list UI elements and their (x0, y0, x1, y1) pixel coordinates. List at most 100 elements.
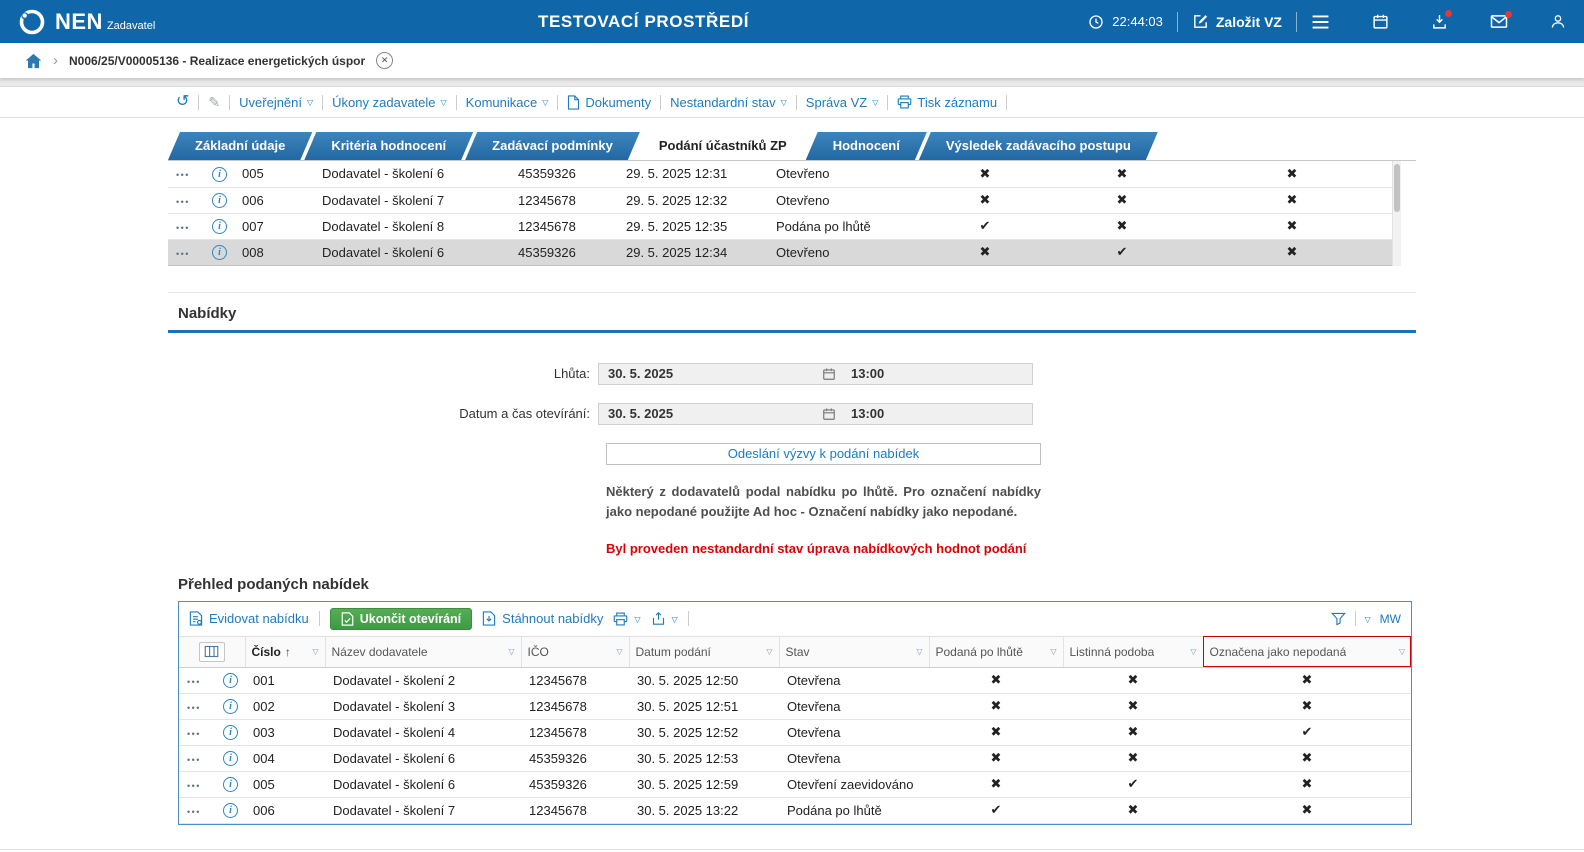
row-menu-icon[interactable]: ••• (176, 170, 190, 180)
brand[interactable]: NEN Zadavatel (18, 8, 155, 36)
info-icon[interactable]: i (223, 673, 238, 689)
column-header-stav[interactable]: Stav ▽ (778, 635, 929, 668)
toolbar-link-sprava-vz[interactable]: Správa VZ ▽ (806, 95, 879, 110)
column-header-nazev-dodavatele[interactable]: Název dodavatele ▽ (324, 635, 521, 668)
tab-kriteria-hodnoceni[interactable]: Kritéria hodnocení (304, 132, 473, 160)
table-row[interactable]: ••• i 004 Dodavatel - školení 6 45359326… (179, 745, 1411, 772)
deadline-time-value[interactable]: 13:00 (841, 366, 884, 381)
downloads-icon[interactable] (1431, 10, 1452, 30)
filter-dropdown-icon[interactable]: ▽ (312, 647, 318, 656)
print-button[interactable]: ▽ (613, 612, 641, 626)
nen-logo-icon[interactable] (18, 8, 46, 36)
filter-dropdown-icon[interactable]: ▽ (1190, 647, 1196, 656)
table-row[interactable]: ••• i 003 Dodavatel - školení 4 12345678… (179, 719, 1411, 746)
info-icon[interactable]: i (212, 245, 227, 261)
history-icon[interactable]: ↺ (176, 94, 189, 110)
edit-icon[interactable]: ✎ (208, 95, 220, 109)
flag-marked-unsubmitted: ✖ (1192, 239, 1392, 266)
breadcrumb-separator: › (53, 52, 58, 69)
table-row[interactable]: ••• i 006 Dodavatel - školení 7 12345678… (179, 797, 1411, 824)
row-menu-icon[interactable]: ••• (176, 223, 190, 233)
link-label: Tisk záznamu (917, 94, 998, 110)
register-offer-button[interactable]: Evidovat nabídku (189, 611, 309, 626)
tab-zadavaci-podminky[interactable]: Zadávací podmínky (465, 132, 640, 160)
register-offer-icon (189, 611, 203, 626)
opening-field[interactable]: 30. 5. 2025 13:00 (598, 402, 1033, 425)
info-icon[interactable]: i (223, 699, 238, 715)
toolbar-link-ukony-zadavatele[interactable]: Úkony zadavatele ▽ (332, 95, 447, 110)
table-row[interactable]: ••• i 007 Dodavatel - školení 8 12345678… (168, 213, 1392, 240)
download-offers-button[interactable]: Stáhnout nabídky (482, 611, 603, 626)
tab-zakladni-udaje[interactable]: Základní údaje (168, 132, 312, 160)
row-menu-icon[interactable]: ••• (187, 807, 201, 817)
table-row[interactable]: ••• i 005 Dodavatel - školení 6 45359326… (168, 161, 1392, 188)
tab-vysledek-zadavaciho-postupu[interactable]: Výsledek zadávacího postupu (919, 132, 1158, 160)
table-row[interactable]: ••• i 008 Dodavatel - školení 6 45359326… (168, 239, 1392, 266)
filter-dropdown-icon[interactable]: ▽ (1399, 647, 1405, 656)
deadline-date-value[interactable]: 30. 5. 2025 (599, 366, 817, 381)
calendar-icon[interactable] (1372, 13, 1389, 30)
tab-hodnoceni[interactable]: Hodnocení (806, 132, 927, 160)
finish-opening-icon (341, 612, 354, 626)
mail-icon[interactable] (1490, 11, 1512, 29)
deadline-field[interactable]: 30. 5. 2025 13:00 (598, 362, 1033, 385)
view-code[interactable]: MW (1380, 612, 1401, 626)
info-icon[interactable]: i (212, 219, 227, 235)
row-menu-icon[interactable]: ••• (187, 781, 201, 791)
filter-dropdown-icon[interactable]: ▽ (616, 647, 622, 656)
filter-dropdown-icon[interactable]: ▽ (916, 647, 922, 656)
info-icon[interactable]: i (223, 751, 238, 767)
scrollbar-thumb[interactable] (1394, 164, 1400, 212)
column-header-podana-po-lhute[interactable]: Podaná po lhůtě ▽ (928, 635, 1063, 668)
info-icon[interactable]: i (212, 193, 227, 209)
row-menu-icon[interactable]: ••• (187, 755, 201, 765)
row-menu-icon[interactable]: ••• (176, 197, 190, 207)
info-icon[interactable]: i (223, 777, 238, 793)
opening-date-value[interactable]: 30. 5. 2025 (599, 406, 817, 421)
info-icon[interactable]: i (223, 803, 238, 819)
export-button[interactable]: ▽ (651, 611, 678, 626)
table-row[interactable]: ••• i 002 Dodavatel - školení 3 12345678… (179, 693, 1411, 720)
row-menu-icon[interactable]: ••• (187, 703, 201, 713)
table-row[interactable]: ••• i 006 Dodavatel - školení 7 12345678… (168, 187, 1392, 214)
table-row[interactable]: ••• i 005 Dodavatel - školení 6 45359326… (179, 771, 1411, 798)
divider (322, 94, 324, 110)
calendar-icon[interactable] (817, 407, 841, 421)
filter-dropdown-icon[interactable]: ▽ (508, 647, 514, 656)
row-menu-icon[interactable]: ••• (187, 729, 201, 739)
menu-icon[interactable] (1311, 14, 1330, 30)
create-vz-button[interactable]: Založit VZ (1192, 13, 1282, 30)
toolbar-link-uverejneni[interactable]: Uveřejnění ▽ (239, 95, 313, 110)
filter-dropdown-icon[interactable]: ▽ (766, 647, 772, 656)
send-invite-button[interactable]: Odeslání výzvy k podání nabídek (606, 442, 1041, 465)
row-menu-icon[interactable]: ••• (187, 677, 201, 687)
create-vz-label: Založit VZ (1215, 13, 1282, 30)
toolbar-link-dokumenty[interactable]: Dokumenty (567, 95, 651, 110)
opening-time-value[interactable]: 13:00 (841, 406, 884, 421)
submission-date: 30. 5. 2025 12:53 (629, 745, 779, 772)
home-icon[interactable] (25, 53, 42, 69)
view-dropdown-icon[interactable]: ▽ (1365, 614, 1371, 624)
table-row[interactable]: ••• i 001 Dodavatel - školení 2 12345678… (179, 667, 1411, 694)
column-header-listinna-podoba[interactable]: Listinná podoba ▽ (1062, 635, 1203, 668)
toolbar-link-tisk-zaznamu[interactable]: Tisk záznamu (897, 95, 997, 110)
calendar-icon[interactable] (817, 367, 841, 381)
close-record-button[interactable]: ✕ (376, 52, 394, 69)
chevron-down-icon: ▽ (542, 98, 549, 107)
column-header-ico[interactable]: IČO ▽ (520, 635, 629, 668)
finish-opening-button[interactable]: Ukončit otevírání (329, 607, 473, 630)
column-header-cislo[interactable]: Číslo ↑ ▽ (244, 635, 325, 668)
toolbar-link-nestandardni-stav[interactable]: Nestandardní stav ▽ (670, 95, 787, 110)
column-settings-icon[interactable] (198, 641, 225, 662)
column-header-oznacena-jako-nepodana[interactable]: Označena jako nepodaná ▽ (1202, 635, 1411, 668)
filter-icon[interactable] (1330, 612, 1346, 626)
info-icon[interactable]: i (212, 166, 227, 182)
filter-dropdown-icon[interactable]: ▽ (1050, 647, 1056, 656)
info-icon[interactable]: i (223, 725, 238, 741)
user-icon[interactable] (1550, 13, 1566, 30)
tab-podani-ucastniku-zp[interactable]: Podání účastníků ZP (632, 132, 814, 160)
scrollbar[interactable] (1392, 161, 1401, 266)
toolbar-link-komunikace[interactable]: Komunikace ▽ (466, 95, 549, 110)
column-header-datum-podani[interactable]: Datum podání ▽ (628, 635, 779, 668)
row-menu-icon[interactable]: ••• (176, 249, 190, 259)
